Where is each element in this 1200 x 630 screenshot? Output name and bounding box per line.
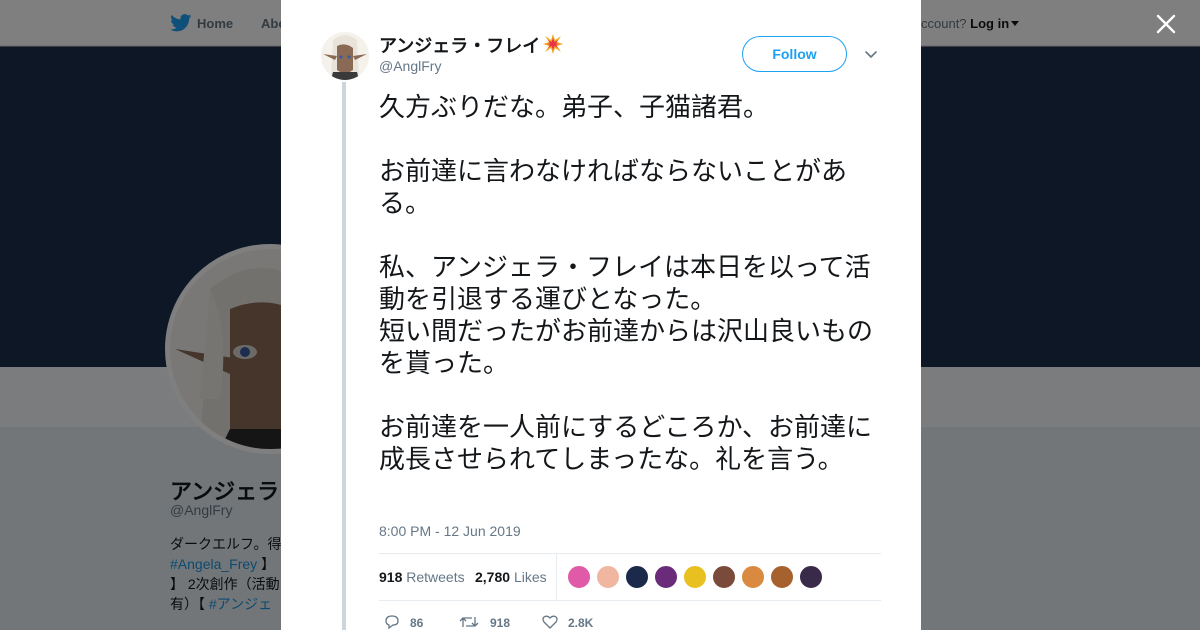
collision-icon [543, 34, 564, 54]
retweet-count: 918 [490, 616, 511, 630]
like-count: 2.8K [568, 616, 594, 630]
tweet-stats: 918 Retweets 2,780 Likes [379, 553, 881, 601]
likes-stat[interactable]: 2,780 Likes [475, 569, 547, 585]
heart-icon [542, 615, 558, 629]
tweet-text: 久方ぶりだな。弟子、子猫諸君。 お前達に言わなければならないことがある。 私、ア… [379, 93, 874, 475]
author-name-text: アンジェラ・フレイ [379, 36, 541, 56]
reply-icon [385, 615, 399, 630]
likes-count: 2,780 [475, 569, 511, 585]
liker-avatar-9[interactable] [799, 565, 823, 589]
reply-count: 86 [410, 616, 424, 630]
likes-label: Likes [513, 569, 547, 585]
liker-avatar-7[interactable] [741, 565, 765, 589]
retweets-stat[interactable]: 918 Retweets [379, 569, 465, 585]
tweet-modal: アンジェラ・フレイ @AnglFry Follow 久方ぶりだな。弟子、子猫諸君… [281, 0, 921, 630]
thread-line [342, 82, 346, 630]
follow-button[interactable]: Follow [742, 36, 847, 72]
liker-avatar-4[interactable] [654, 565, 678, 589]
author-handle[interactable]: @AnglFry [379, 58, 441, 74]
author-avatar-illustration [321, 32, 369, 80]
tweet-actions: 86 918 2.8K [379, 611, 881, 630]
liker-avatar-6[interactable] [712, 565, 736, 589]
tweet-timestamp[interactable]: 8:00 PM - 12 Jun 2019 [379, 523, 521, 539]
liker-avatar-5[interactable] [683, 565, 707, 589]
author-avatar[interactable] [321, 32, 369, 80]
retweets-label: Retweets [406, 569, 465, 585]
author-name[interactable]: アンジェラ・フレイ [379, 32, 564, 58]
chevron-down-icon[interactable] [863, 46, 879, 62]
stats-divider [556, 554, 557, 600]
liker-avatar-8[interactable] [770, 565, 794, 589]
close-icon[interactable] [1154, 12, 1178, 36]
liker-avatar-3[interactable] [625, 565, 649, 589]
liker-avatar-1[interactable] [567, 565, 591, 589]
retweet-icon [459, 617, 479, 627]
retweets-count: 918 [379, 569, 403, 585]
liker-avatar-2[interactable] [596, 565, 620, 589]
